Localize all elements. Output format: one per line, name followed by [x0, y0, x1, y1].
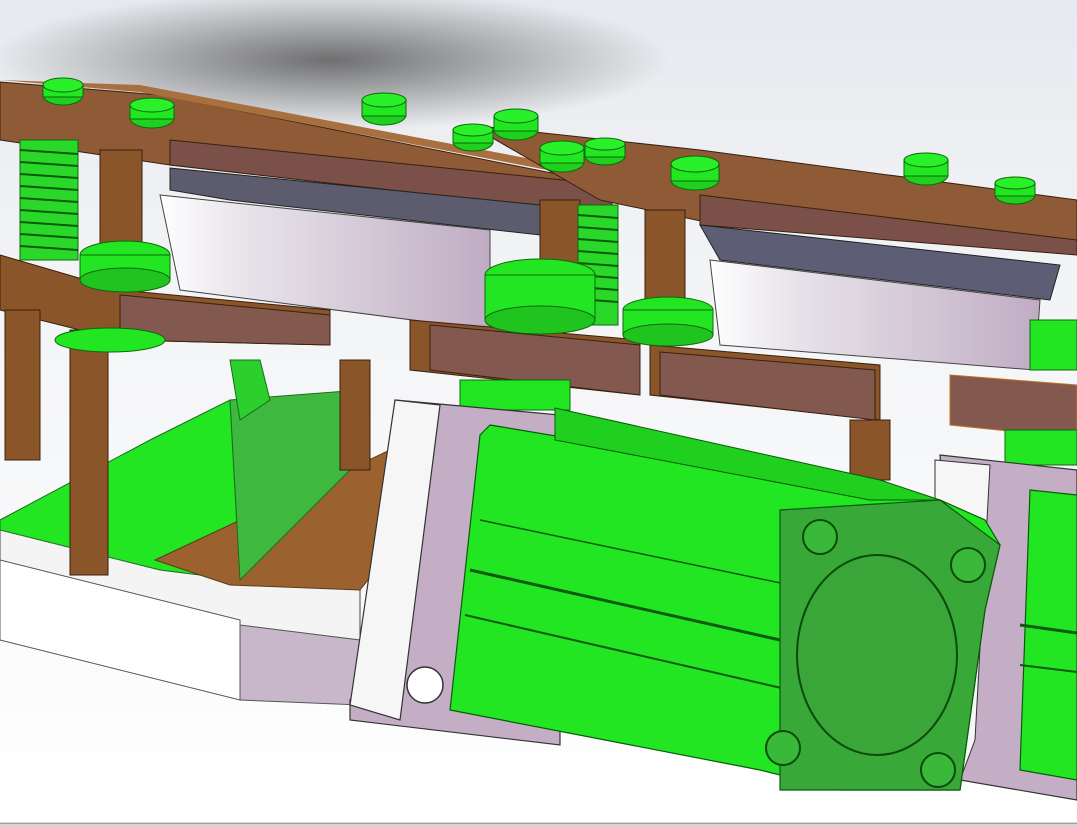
- screw-head-icon[interactable]: [584, 137, 626, 166]
- bolt-hole-icon: [802, 519, 838, 555]
- screw-head-icon[interactable]: [452, 123, 494, 152]
- screw-head-icon[interactable]: [42, 77, 84, 106]
- model-view[interactable]: [0, 0, 1077, 827]
- threaded-rod-left: [19, 139, 79, 261]
- cad-viewport[interactable]: [0, 0, 1077, 827]
- mount-hole-icon: [406, 666, 444, 704]
- pneumatic-cylinder-right-icon[interactable]: [1019, 489, 1077, 781]
- bolt-hole-icon: [950, 547, 986, 583]
- bolt-hole-icon: [765, 730, 801, 766]
- screw-head-icon[interactable]: [129, 97, 175, 129]
- screw-head-icon[interactable]: [493, 108, 539, 141]
- screw-head-icon[interactable]: [539, 140, 585, 173]
- screw-head-icon[interactable]: [903, 152, 949, 186]
- screw-head-icon[interactable]: [361, 92, 407, 126]
- cylinder-end-face-icon: [796, 554, 958, 756]
- status-bar: [0, 823, 1077, 827]
- screw-head-icon[interactable]: [994, 176, 1036, 205]
- screw-head-icon[interactable]: [670, 155, 720, 191]
- bolt-hole-icon: [920, 752, 956, 788]
